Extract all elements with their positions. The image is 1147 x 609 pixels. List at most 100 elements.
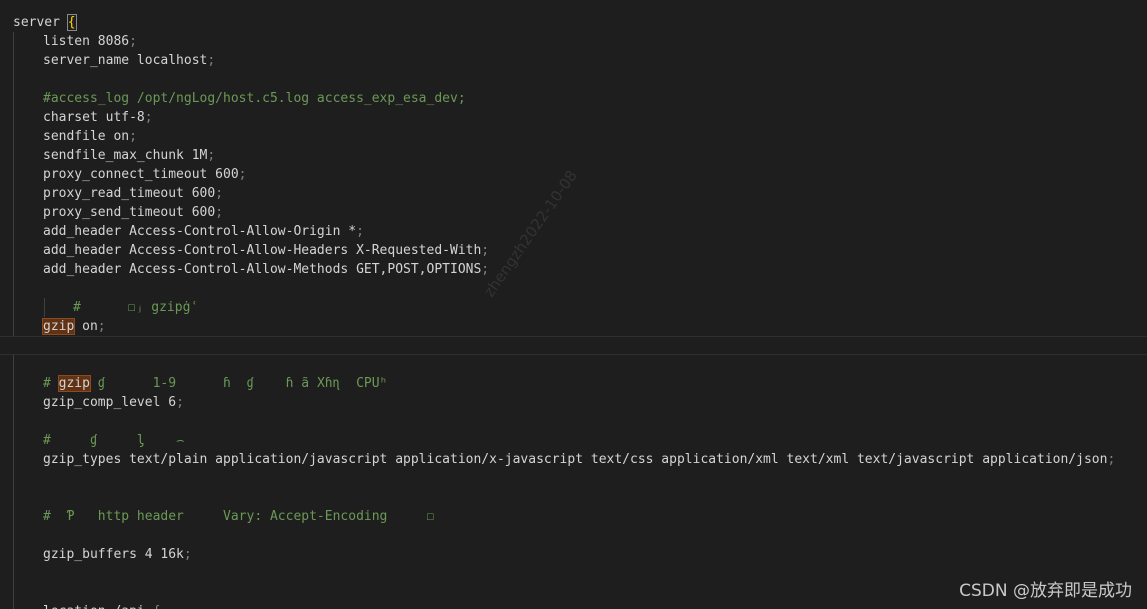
code-line[interactable]	[0, 70, 1147, 89]
code-text: sendfile on	[43, 129, 130, 144]
code-line[interactable]: add_header Access-Control-Allow-Methods …	[0, 260, 1147, 279]
indent-guide	[13, 469, 14, 488]
code-line[interactable]	[0, 526, 1147, 545]
indent-guide	[13, 222, 14, 241]
indent-guide	[13, 507, 14, 526]
punctuation: ;	[129, 34, 137, 49]
csdn-watermark: CSDN @放弃即是成功	[959, 581, 1132, 601]
code-text: proxy_read_timeout 600	[43, 186, 216, 201]
indent-guide	[13, 412, 14, 431]
indent-guide	[13, 32, 14, 51]
code-line[interactable]: gzip_comp_level 6;	[0, 393, 1147, 412]
code-line[interactable]: add_header Access-Control-Allow-Headers …	[0, 241, 1147, 260]
code-line[interactable]	[0, 355, 1147, 374]
indent-guide	[13, 108, 14, 127]
code-text: gzip_buffers 4 16k	[43, 547, 184, 562]
indent-guide	[13, 564, 14, 583]
code-text: on	[74, 319, 98, 334]
indent-guide	[13, 89, 14, 108]
indent-guide	[13, 279, 14, 298]
indent-guide	[13, 450, 14, 469]
code-line[interactable]: charset utf-8;	[0, 108, 1147, 127]
code-line[interactable]: # Ƥ http header Vary: Accept-Encoding ☐	[0, 507, 1147, 526]
indent-guide	[13, 127, 14, 146]
punctuation: ;	[215, 205, 224, 220]
code-area[interactable]: server {listen 8086; server_name localhos…	[0, 13, 1147, 609]
code-line[interactable]	[0, 279, 1147, 298]
punctuation: ;	[129, 129, 137, 144]
code-line[interactable]: location /api {	[0, 602, 1147, 609]
code-text: proxy_send_timeout 600	[43, 205, 216, 220]
indent-guide	[13, 184, 14, 203]
indent-guide	[13, 355, 14, 374]
indent-guide	[13, 317, 14, 336]
indent-guide	[13, 431, 14, 450]
code-editor[interactable]: server {listen 8086; server_name localhos…	[0, 0, 1147, 609]
punctuation: ;	[183, 547, 192, 562]
code-line[interactable]: add_header Access-Control-Allow-Origin *…	[0, 222, 1147, 241]
code-line[interactable]: server {	[0, 13, 1147, 32]
code-text: server	[13, 15, 68, 30]
punctuation: ;	[481, 262, 490, 277]
indent-guide	[13, 165, 14, 184]
punctuation: {	[145, 604, 161, 609]
code-line[interactable]: proxy_send_timeout 600;	[0, 203, 1147, 222]
indent-guide	[13, 260, 14, 279]
indent-guide	[13, 51, 14, 70]
indent-guide	[13, 146, 14, 165]
code-text: add_header Access-Control-Allow-Methods …	[43, 262, 482, 277]
indent-guide	[13, 526, 14, 545]
code-line[interactable]: # ☐ⱼ gzipġʿ	[0, 298, 1147, 317]
search-highlight: gzip	[41, 318, 76, 335]
code-text: listen 8086	[43, 34, 130, 49]
code-line[interactable]: # ɠ ᶅ ⌢	[0, 431, 1147, 450]
code-text: gzip_types text/plain application/javasc…	[43, 452, 1108, 467]
code-line[interactable]: gzip_buffers 4 16k;	[0, 545, 1147, 564]
indent-guide	[13, 393, 14, 412]
code-line[interactable]	[0, 336, 1147, 355]
code-line[interactable]	[0, 412, 1147, 431]
code-line[interactable]: listen 8086;	[0, 32, 1147, 51]
punctuation: ;	[207, 53, 216, 68]
indent-guide	[13, 488, 14, 507]
code-line[interactable]: #access_log /opt/ngLog/host.c5.log acces…	[0, 89, 1147, 108]
code-line[interactable]: server_name localhost;	[0, 51, 1147, 70]
indent-guide	[13, 583, 14, 602]
punctuation: ;	[356, 224, 364, 239]
code-line[interactable]: gzip on;	[0, 317, 1147, 336]
code-text: add_header Access-Control-Allow-Origin *	[43, 224, 357, 239]
indent-guide	[44, 298, 45, 317]
indent-guide	[13, 70, 14, 89]
punctuation: ;	[238, 167, 247, 182]
punctuation: ;	[176, 395, 184, 410]
indent-guide	[13, 602, 14, 609]
comment-text: ɠ 1-9 ɦ ɠ ɦ ã Xɦɳ CPUʰ	[89, 376, 388, 391]
comment-text: #	[43, 376, 59, 391]
indent-guide	[13, 374, 14, 393]
indent-guide	[13, 545, 14, 564]
code-line[interactable]: proxy_connect_timeout 600;	[0, 165, 1147, 184]
code-text: proxy_connect_timeout 600	[43, 167, 239, 182]
punctuation: ;	[97, 319, 106, 334]
indent-guide	[13, 241, 14, 260]
code-line[interactable]: sendfile on;	[0, 127, 1147, 146]
code-text: add_header Access-Control-Allow-Headers …	[43, 243, 482, 258]
code-line[interactable]	[0, 469, 1147, 488]
comment-text: # Ƥ http header Vary: Accept-Encoding ☐	[43, 509, 435, 524]
code-line[interactable]: gzip_types text/plain application/javasc…	[0, 450, 1147, 469]
comment-text: # ɠ ᶅ ⌢	[43, 433, 185, 448]
code-line[interactable]: sendfile_max_chunk 1M;	[0, 146, 1147, 165]
code-line[interactable]: # gzip ɠ 1-9 ɦ ɠ ɦ ã Xɦɳ CPUʰ	[0, 374, 1147, 393]
code-text: charset utf-8	[43, 110, 145, 125]
punctuation: ;	[1107, 452, 1116, 467]
code-text: gzip_comp_level 6	[43, 395, 177, 410]
code-text: sendfile_max_chunk 1M	[43, 148, 208, 163]
bracket-match: {	[66, 14, 77, 31]
search-highlight: gzip	[57, 375, 91, 392]
code-text: server_name localhost	[43, 53, 208, 68]
indent-guide	[13, 203, 14, 222]
code-line[interactable]	[0, 488, 1147, 507]
code-line[interactable]: proxy_read_timeout 600;	[0, 184, 1147, 203]
indent-guide	[13, 298, 14, 317]
punctuation: ;	[207, 148, 216, 163]
